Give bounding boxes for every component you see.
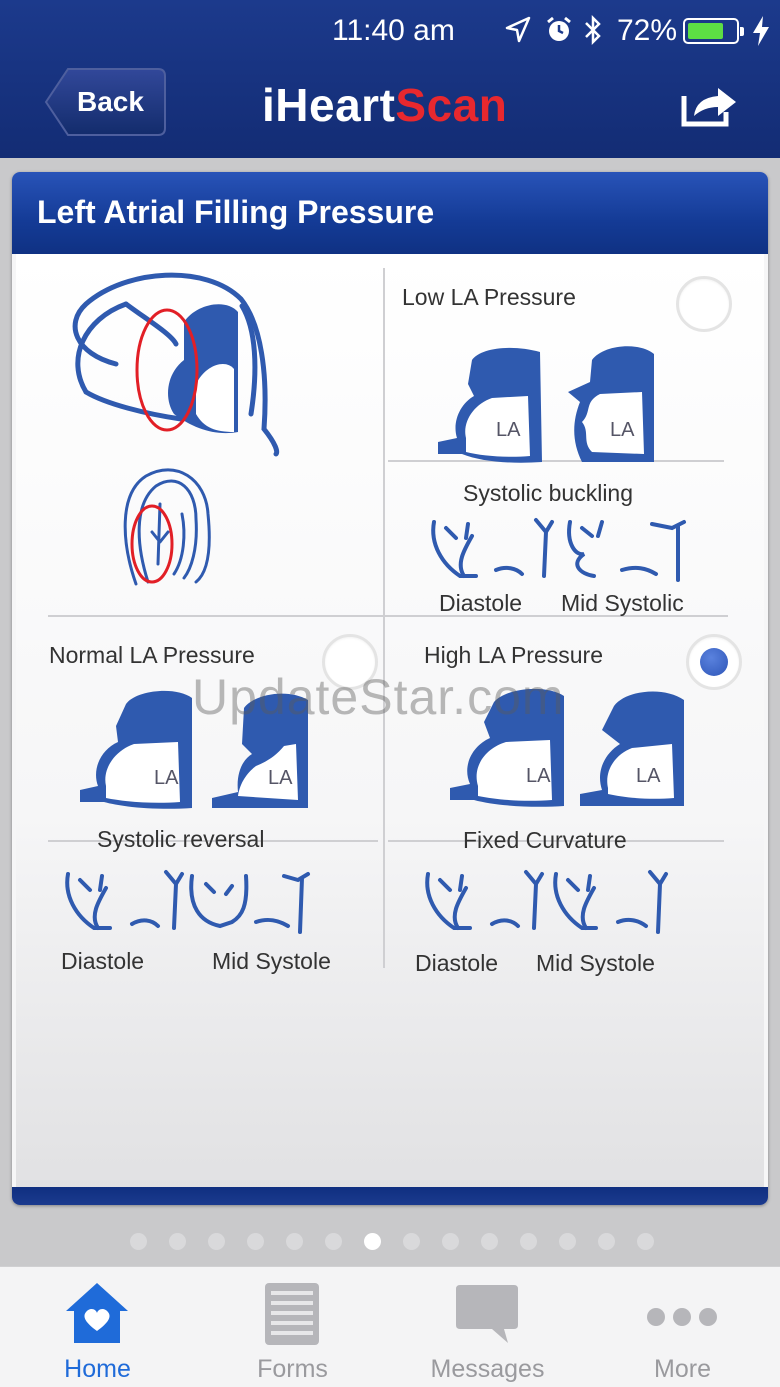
- messages-icon: [456, 1285, 518, 1343]
- back-button[interactable]: Back: [44, 66, 168, 138]
- page-dot[interactable]: [169, 1233, 186, 1250]
- app-header: 11:40 am 72% Back iHeartScan: [0, 0, 780, 158]
- card-header: Left Atrial Filling Pressure: [12, 172, 768, 254]
- page-dot[interactable]: [286, 1233, 303, 1250]
- home-icon: [66, 1283, 128, 1343]
- low-phase-diastole: Diastole: [439, 590, 523, 616]
- tab-forms-label: Forms: [257, 1355, 328, 1383]
- tab-messages-label: Messages: [430, 1355, 545, 1383]
- page-dot[interactable]: [598, 1233, 615, 1250]
- status-time: 11:40 am: [332, 14, 455, 47]
- app-title: iHeartScan: [262, 79, 508, 131]
- page-dot[interactable]: [247, 1233, 264, 1250]
- tab-forms[interactable]: Forms: [195, 1267, 390, 1387]
- page-dot[interactable]: [130, 1233, 147, 1250]
- bluetooth-icon: [585, 14, 601, 46]
- low-caption: Systolic buckling: [463, 480, 634, 506]
- svg-text:LA: LA: [636, 765, 661, 787]
- page-dot[interactable]: [442, 1233, 459, 1250]
- page-dot[interactable]: [637, 1233, 654, 1250]
- svg-text:LA: LA: [496, 419, 521, 441]
- page-indicator[interactable]: [0, 1232, 780, 1252]
- status-icons: 72%: [505, 12, 775, 48]
- svg-text:LA: LA: [268, 767, 293, 789]
- page-dot[interactable]: [403, 1233, 420, 1250]
- battery-percent: 72%: [617, 14, 678, 47]
- high-phase-mid: Mid Systole: [536, 950, 655, 976]
- normal-phase-diagram: [65, 870, 310, 934]
- low-phase-mid: Mid Systolic: [561, 590, 684, 616]
- page-dot[interactable]: [559, 1233, 576, 1250]
- card-title: Left Atrial Filling Pressure: [37, 194, 435, 230]
- back-label: Back: [77, 86, 144, 117]
- page-dot-active[interactable]: [364, 1233, 381, 1250]
- tab-home-label: Home: [64, 1355, 131, 1383]
- location-icon: [505, 16, 531, 43]
- svg-text:LA: LA: [526, 765, 551, 787]
- option-label-normal: Normal LA Pressure: [49, 642, 255, 668]
- svg-text:LA: LA: [610, 419, 635, 441]
- page-dot[interactable]: [325, 1233, 342, 1250]
- svg-text:LA: LA: [154, 767, 179, 789]
- radio-selected-dot: [700, 648, 728, 676]
- page-dot[interactable]: [520, 1233, 537, 1250]
- share-icon: [681, 88, 736, 127]
- page-dot[interactable]: [481, 1233, 498, 1250]
- radio-low-la-pressure[interactable]: [676, 276, 732, 332]
- high-phase-diagram: [425, 870, 668, 934]
- charging-icon: [753, 16, 769, 46]
- tab-messages[interactable]: Messages: [390, 1267, 585, 1387]
- option-label-low: Low LA Pressure: [402, 284, 576, 310]
- battery-icon: [683, 18, 744, 44]
- option-label-high: High LA Pressure: [424, 642, 603, 668]
- share-button[interactable]: [680, 80, 740, 128]
- low-la-illustration: LA LA: [438, 346, 654, 463]
- high-phase-diastole: Diastole: [415, 950, 499, 976]
- tab-more-label: More: [654, 1355, 711, 1383]
- more-icon: [647, 1308, 717, 1326]
- tab-home[interactable]: Home: [0, 1267, 195, 1387]
- status-bar: 11:40 am 72%: [0, 8, 780, 48]
- normal-phase-diastole: Diastole: [61, 948, 145, 974]
- page-dot[interactable]: [208, 1233, 225, 1250]
- alarm-icon: [547, 16, 571, 41]
- low-phase-diagram: [431, 518, 686, 582]
- normal-phase-mid: Mid Systole: [212, 948, 331, 974]
- grid-divider-vertical: [383, 268, 385, 968]
- card-footer: [12, 1187, 768, 1205]
- tab-bar: Home Forms Messages More: [0, 1266, 780, 1387]
- battery-fill: [688, 23, 723, 39]
- tab-more[interactable]: More: [585, 1267, 780, 1387]
- high-caption: Fixed Curvature: [463, 827, 627, 853]
- heart-diagram: [72, 272, 280, 586]
- forms-icon: [265, 1283, 319, 1345]
- normal-caption: Systolic reversal: [97, 826, 265, 852]
- watermark: UpdateStar.com: [192, 669, 565, 725]
- radio-high-la-pressure[interactable]: [686, 634, 742, 690]
